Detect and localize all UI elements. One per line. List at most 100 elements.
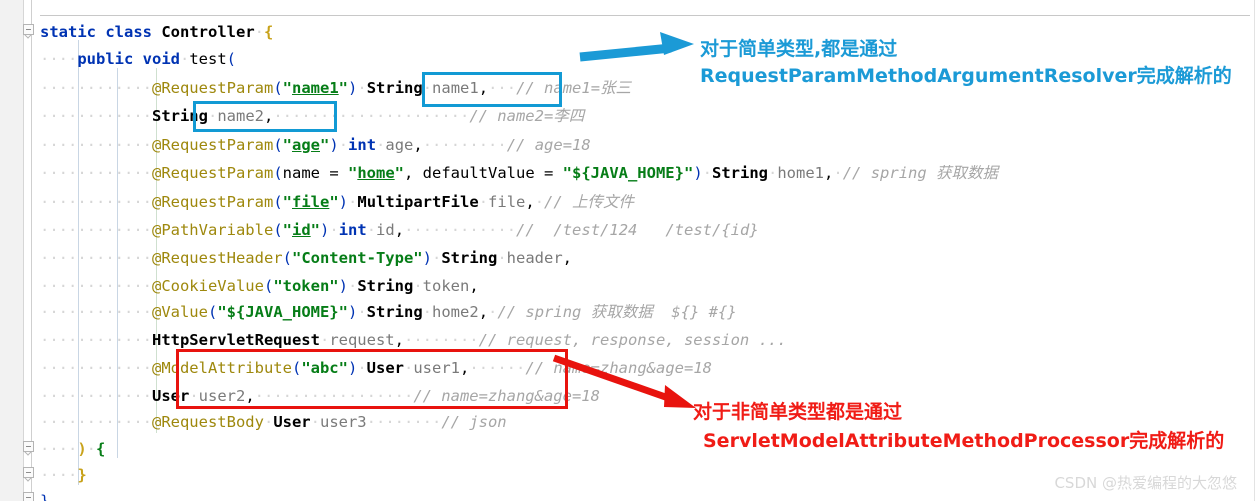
code-token: · — [263, 413, 274, 431]
code-token: ············ — [40, 79, 152, 97]
code-token: "${JAVA_HOME}" — [562, 164, 694, 182]
code-token: request — [329, 331, 395, 349]
code-token: ) — [338, 277, 348, 295]
code-token: Controller — [161, 23, 255, 41]
code-line[interactable]: ············@Value("${JAVA_HOME}")·Strin… — [40, 300, 737, 325]
code-token: ············ — [40, 164, 152, 182]
code-token: void — [142, 50, 180, 68]
code-token: , — [469, 277, 479, 295]
code-line[interactable]: } — [40, 489, 49, 501]
code-token: HttpServletRequest — [151, 331, 320, 349]
editor-left-border — [31, 0, 32, 501]
code-token: " — [394, 164, 404, 182]
code-line[interactable]: ····)·{ — [40, 437, 105, 462]
code-token: ) — [329, 136, 339, 154]
code-token: name — [282, 164, 320, 182]
code-token: ············ — [40, 359, 152, 377]
code-token: · — [179, 50, 190, 68]
code-token: · — [376, 136, 386, 154]
red-annotation-line-1: 对于非简单类型都是通过 — [693, 401, 903, 423]
code-token: ············ — [40, 136, 152, 154]
blue-annotation-line-2: RequestParamMethodArgumentResolver完成解析的 — [700, 65, 1232, 87]
code-token: home1 — [777, 164, 825, 182]
code-token: ) — [693, 164, 703, 182]
code-token: ( — [207, 303, 218, 321]
code-token: String — [366, 303, 423, 321]
blue-arrow-icon — [579, 32, 694, 62]
blue-annotation-line-1: 对于简单类型,都是通过 — [700, 38, 898, 60]
code-token: } — [40, 492, 50, 501]
code-token: · — [348, 193, 358, 211]
code-token: @RequestHeader — [151, 249, 283, 267]
code-token: @RequestBody — [151, 413, 264, 431]
code-token: name1 — [292, 79, 339, 97]
code-line[interactable]: ············@PathVariable("id")·int·id,·… — [40, 218, 759, 243]
fold-marker-end[interactable] — [23, 492, 34, 501]
code-token: file — [488, 193, 526, 211]
code-line[interactable]: ············@CookieValue("token")·String… — [40, 274, 479, 299]
code-token: ············ — [40, 331, 152, 349]
code-token: String — [357, 277, 414, 295]
code-token: , — [525, 193, 535, 211]
code-token: " — [282, 193, 292, 211]
code-token: , — [824, 164, 834, 182]
code-token: @CookieValue — [151, 277, 264, 295]
code-token: ) — [320, 221, 330, 239]
code-token: { — [264, 23, 274, 41]
code-token: home — [357, 164, 395, 182]
code-line[interactable]: ············@RequestParam("age")·int·age… — [40, 133, 591, 158]
code-token: · — [347, 277, 358, 295]
code-token: ············ — [40, 277, 152, 295]
code-token: static — [40, 23, 106, 41]
top-separator-line — [40, 15, 1250, 16]
code-token: ········ — [366, 413, 442, 431]
highlight-box-string-name1 — [422, 72, 562, 107]
code-token: String — [366, 79, 423, 97]
code-token: , — [562, 249, 573, 267]
code-token: · — [422, 303, 433, 321]
code-token: token — [422, 277, 470, 295]
code-line[interactable]: ············@RequestBody·User·user3·····… — [40, 410, 507, 435]
highlight-box-model-attribute — [176, 349, 568, 409]
code-token: @Value — [151, 303, 208, 321]
code-line[interactable]: ····} — [40, 463, 87, 488]
code-token: "${JAVA_HOME}" — [217, 303, 348, 321]
code-token: int — [348, 136, 377, 154]
csdn-watermark: CSDN @热爱编程的大忽悠 — [1054, 474, 1237, 492]
code-screenshot: static class Controller·{····public void… — [0, 0, 1255, 501]
code-token: String — [712, 164, 768, 182]
code-line[interactable]: ····public void·test( — [40, 47, 236, 72]
code-token: · — [329, 221, 339, 239]
code-token: @PathVariable — [151, 221, 274, 239]
code-token: // age=18 — [506, 136, 591, 154]
code-token: @RequestParam — [151, 193, 274, 211]
code-token: " — [329, 193, 339, 211]
fold-marker-method[interactable] — [23, 441, 34, 452]
code-line[interactable]: static class Controller·{ — [40, 20, 273, 45]
code-token: ( — [282, 249, 292, 267]
code-token: ············ — [40, 303, 152, 321]
code-token: · — [338, 136, 349, 154]
code-token: ) — [77, 440, 87, 458]
fold-marker-class[interactable] — [23, 24, 34, 35]
code-token: · — [86, 440, 97, 458]
code-token: · — [534, 193, 545, 211]
code-token: ········ — [403, 331, 479, 349]
code-token: = — [534, 164, 563, 182]
code-line[interactable]: ············@RequestParam("file")·Multip… — [40, 190, 634, 215]
code-token: } — [77, 466, 87, 484]
fold-marker-method-tail — [23, 452, 34, 460]
code-token: · — [497, 249, 507, 267]
fold-marker-body[interactable] — [23, 467, 34, 478]
code-token: file — [292, 193, 330, 211]
code-token: "Content-Type" — [291, 249, 423, 267]
code-token: " — [320, 136, 330, 154]
code-token: , — [404, 164, 423, 182]
code-token: , — [394, 221, 405, 239]
code-token: { — [96, 440, 106, 458]
code-line[interactable]: ············@RequestParam(name = "home",… — [40, 161, 998, 186]
code-token: · — [702, 164, 712, 182]
code-token: @RequestParam — [151, 136, 274, 154]
code-token: String — [441, 249, 498, 267]
code-line[interactable]: ············@RequestHeader("Content-Type… — [40, 246, 572, 271]
